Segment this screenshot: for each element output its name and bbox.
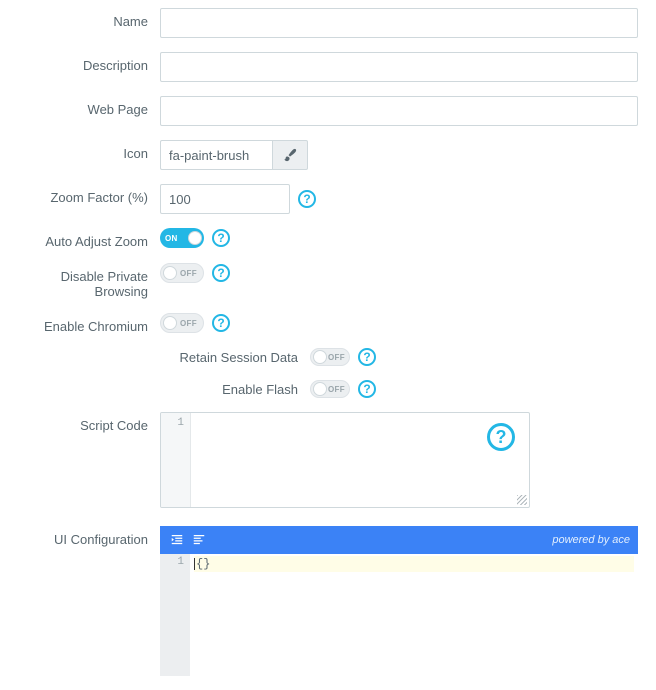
zoom-label: Zoom Factor (%) — [12, 184, 160, 205]
toggle-off-text: OFF — [328, 385, 345, 394]
retain-session-toggle[interactable]: OFF — [310, 348, 350, 366]
enable-flash-toggle[interactable]: OFF — [310, 380, 350, 398]
script-body[interactable]: ? — [191, 413, 529, 507]
toggle-off-text: OFF — [180, 319, 197, 328]
enable-chromium-toggle[interactable]: OFF — [160, 313, 204, 333]
enable-chromium-label: Enable Chromium — [12, 313, 160, 334]
resize-handle[interactable] — [517, 495, 527, 505]
icon-label: Icon — [12, 140, 160, 161]
ui-config-editor: powered by ace 1 {} — [160, 526, 638, 676]
paint-brush-icon — [283, 148, 297, 162]
name-label: Name — [12, 8, 160, 29]
webpage-input[interactable] — [160, 96, 638, 126]
enable-flash-help-icon[interactable]: ? — [358, 380, 376, 398]
toggle-knob — [163, 316, 177, 330]
format-left-icon[interactable] — [190, 531, 208, 549]
auto-adjust-help-icon[interactable]: ? — [212, 229, 230, 247]
toggle-knob — [163, 266, 177, 280]
zoom-input[interactable] — [160, 184, 290, 214]
enable-flash-label: Enable Flash — [12, 382, 310, 397]
auto-adjust-label: Auto Adjust Zoom — [12, 228, 160, 249]
icon-picker-button[interactable] — [272, 140, 308, 170]
auto-adjust-toggle[interactable]: ON — [160, 228, 204, 248]
retain-session-label: Retain Session Data — [12, 350, 310, 365]
icon-input[interactable] — [160, 140, 272, 170]
editor-toolbar: powered by ace — [160, 526, 638, 554]
script-gutter: 1 — [161, 413, 191, 507]
webpage-label: Web Page — [12, 96, 160, 117]
script-help-icon[interactable]: ? — [487, 423, 515, 451]
description-label: Description — [12, 52, 160, 73]
toggle-knob — [188, 231, 202, 245]
zoom-help-icon[interactable]: ? — [298, 190, 316, 208]
disable-private-toggle[interactable]: OFF — [160, 263, 204, 283]
description-input[interactable] — [160, 52, 638, 82]
toggle-on-text: ON — [165, 234, 178, 243]
toggle-off-text: OFF — [328, 353, 345, 362]
format-indent-icon[interactable] — [168, 531, 186, 549]
script-code-label: Script Code — [12, 412, 160, 433]
toggle-knob — [313, 350, 327, 364]
powered-by-text: powered by ace — [552, 534, 630, 546]
name-input[interactable] — [160, 8, 638, 38]
editor-active-line: {} — [194, 556, 634, 572]
enable-chromium-help-icon[interactable]: ? — [212, 314, 230, 332]
retain-session-help-icon[interactable]: ? — [358, 348, 376, 366]
editor-gutter: 1 — [160, 554, 190, 676]
script-code-editor[interactable]: 1 ? — [160, 412, 530, 508]
editor-content-area[interactable]: {} — [190, 554, 638, 676]
disable-private-label: Disable Private Browsing — [12, 263, 160, 299]
editor-cursor — [194, 558, 195, 570]
disable-private-help-icon[interactable]: ? — [212, 264, 230, 282]
editor-content: {} — [196, 557, 210, 571]
toggle-knob — [313, 382, 327, 396]
ui-config-label: UI Configuration — [12, 526, 160, 547]
toggle-off-text: OFF — [180, 269, 197, 278]
